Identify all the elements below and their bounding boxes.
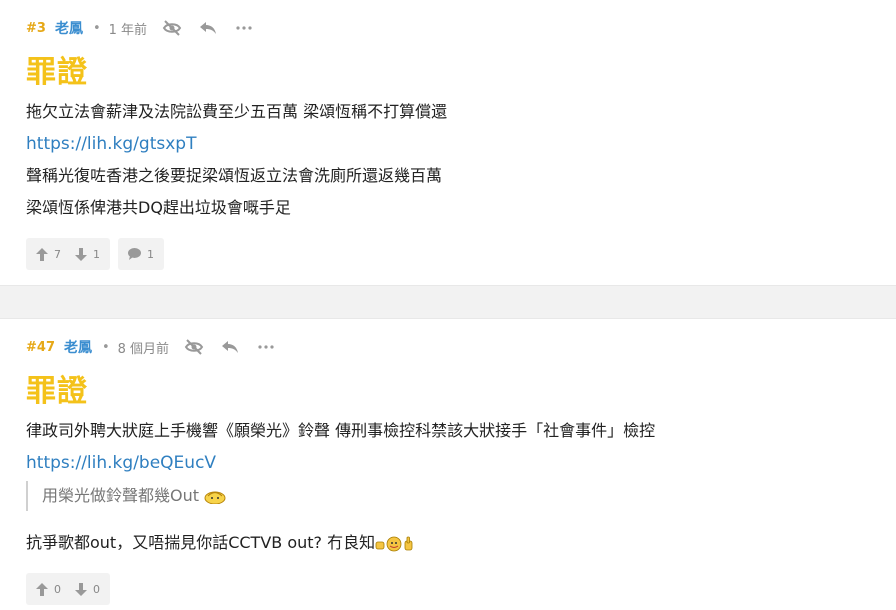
eye-slash-icon[interactable]	[161, 17, 183, 39]
ellipsis-icon[interactable]	[233, 17, 255, 39]
thumb-down-arrow-icon	[75, 582, 87, 596]
upvote-count: 0	[54, 582, 61, 596]
post-title: 罪證	[26, 374, 88, 409]
ellipsis-icon[interactable]	[255, 336, 277, 358]
downvote-button[interactable]: 1	[75, 247, 100, 261]
downvote-count: 1	[93, 247, 100, 261]
floor-number[interactable]: #3	[26, 21, 46, 36]
author-name[interactable]: 老鳳	[64, 337, 92, 357]
post-link[interactable]: https://lih.kg/beQEucV	[26, 447, 870, 479]
quote-block: 用榮光做鈴聲都幾Out	[26, 481, 870, 511]
post-time: 8 個月前	[117, 341, 170, 357]
author-name[interactable]: 老鳳	[55, 18, 83, 38]
post-meta: #3 老鳳 • 1 年前	[26, 0, 870, 56]
upvote-button[interactable]: 7	[36, 247, 61, 261]
post-line: 聲稱光復咗香港之後要捉梁頌恆返立法會洗廁所還返幾百萬	[26, 166, 443, 185]
downvote-count: 0	[93, 582, 100, 596]
post-link[interactable]: https://lih.kg/gtsxpT	[26, 128, 870, 160]
eye-slash-icon[interactable]	[183, 336, 205, 358]
thumb-down-arrow-icon	[75, 247, 87, 261]
emoji-icon	[375, 536, 413, 551]
thumb-up-arrow-icon	[36, 247, 48, 261]
post-line: 拖欠立法會薪津及法院訟費至少五百萬 梁頌恆稱不打算償還	[26, 102, 448, 121]
reply-icon[interactable]	[197, 17, 219, 39]
vote-bar: 0 0	[26, 573, 870, 605]
reply-icon[interactable]	[219, 336, 241, 358]
separator-dot: •	[101, 339, 110, 355]
comment-count: 1	[147, 247, 154, 261]
post-title: 罪證	[26, 55, 88, 90]
post-time: 1 年前	[108, 22, 148, 38]
quote-text: 用榮光做鈴聲都幾Out	[42, 486, 200, 505]
post-line: 律政司外聘大狀庭上手機響《願榮光》鈴聲 傳刑事檢控科禁該大狀接手「社會事件」檢控	[26, 421, 656, 440]
post-47: #47 老鳳 • 8 個月前 罪證 律政司外聘大狀庭上手機響《願榮光》鈴聲 傳刑…	[0, 319, 896, 605]
emoji-icon	[204, 491, 226, 504]
floor-number[interactable]: #47	[26, 340, 55, 355]
post-meta: #47 老鳳 • 8 個月前	[26, 319, 870, 375]
comment-toggle[interactable]: 1	[128, 248, 154, 261]
upvote-count: 7	[54, 247, 61, 261]
vote-bar: 7 1 1	[26, 238, 870, 270]
upvote-button[interactable]: 0	[36, 582, 61, 596]
comment-icon	[128, 248, 141, 260]
vote-box: 7 1	[26, 238, 110, 270]
vote-box: 0 0	[26, 573, 110, 605]
post-line: 梁頌恆係俾港共DQ趕出垃圾會嘅手足	[26, 198, 291, 217]
downvote-button[interactable]: 0	[75, 582, 100, 596]
post-line: 抗爭歌都out，又唔揣見你話CCTVB out? 冇良知	[26, 527, 870, 559]
separator-dot: •	[92, 20, 101, 36]
comment-button[interactable]: 1	[118, 238, 164, 270]
post-separator	[0, 285, 896, 319]
thumb-up-arrow-icon	[36, 582, 48, 596]
post-3: #3 老鳳 • 1 年前 罪證 拖欠立法會薪津及法院訟費至少五百萬 梁頌恆稱不打…	[0, 0, 896, 285]
post-line-text: 抗爭歌都out，又唔揣見你話CCTVB out? 冇良知	[26, 533, 376, 552]
